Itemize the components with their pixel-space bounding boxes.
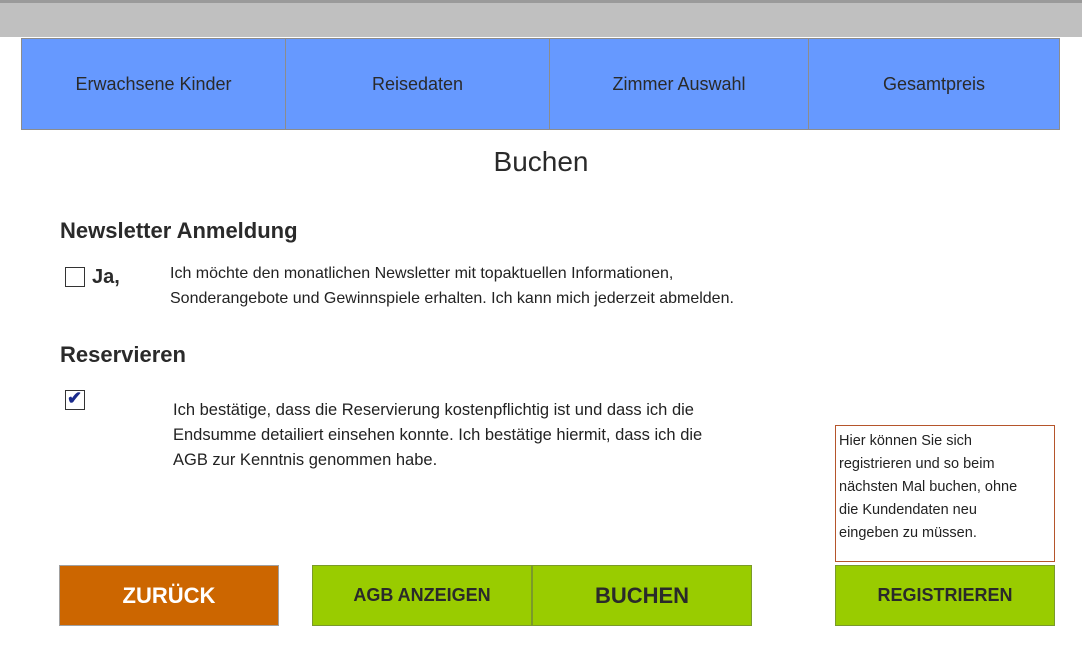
info-box-line: die Kundendaten neu xyxy=(839,502,977,518)
tab-gesamtpreis[interactable]: Gesamtpreis xyxy=(809,39,1059,129)
newsletter-text: Ich möchte den monatlichen Newsletter mi… xyxy=(170,261,860,311)
tab-erwachsene-kinder[interactable]: Erwachsene Kinder xyxy=(22,39,286,129)
show-agb-button[interactable]: AGB ANZEIGEN xyxy=(312,565,532,626)
tab-zimmer-auswahl[interactable]: Zimmer Auswahl xyxy=(550,39,809,129)
book-button[interactable]: BUCHEN xyxy=(532,565,752,626)
newsletter-text-line: Ich möchte den monatlichen Newsletter mi… xyxy=(170,265,674,282)
reservation-text: Ich bestätige, dass die Reservierung kos… xyxy=(173,398,803,473)
register-button[interactable]: REGISTRIEREN xyxy=(835,565,1055,626)
page-title: Buchen xyxy=(493,146,589,177)
checkmark-icon: ✔ xyxy=(67,388,83,408)
registration-info-box: Hier können Sie sich registrieren und so… xyxy=(835,425,1055,562)
reservation-text-line: Endsumme detailiert einsehen konnte. Ich… xyxy=(173,426,703,444)
reservation-text-line: Ich bestätige, dass die Reservierung kos… xyxy=(173,401,694,419)
reservation-heading: Reservieren xyxy=(60,342,186,367)
reservation-text-line: AGB zur Kenntnis genommen habe. xyxy=(173,451,438,469)
info-box-line: nächsten Mal buchen, ohne xyxy=(839,479,1018,495)
back-button[interactable]: ZURÜCK xyxy=(59,565,279,626)
tab-reisedaten[interactable]: Reisedaten xyxy=(286,39,550,129)
newsletter-text-line: Sonderangebote und Gewinnspiele erhalten… xyxy=(170,290,734,307)
info-box-line: Hier können Sie sich xyxy=(839,433,972,449)
reservation-checkbox[interactable]: ✔ xyxy=(65,388,85,410)
step-navigation: Erwachsene Kinder Reisedaten Zimmer Ausw… xyxy=(21,38,1060,130)
newsletter-checkbox-label: Ja, xyxy=(92,266,120,288)
info-box-line: eingeben zu müssen. xyxy=(839,525,977,541)
newsletter-checkbox[interactable] xyxy=(65,267,85,287)
info-box-line: registrieren und so beim xyxy=(839,456,995,472)
newsletter-heading: Newsletter Anmeldung xyxy=(60,218,298,243)
window-top-bar xyxy=(0,0,1082,37)
